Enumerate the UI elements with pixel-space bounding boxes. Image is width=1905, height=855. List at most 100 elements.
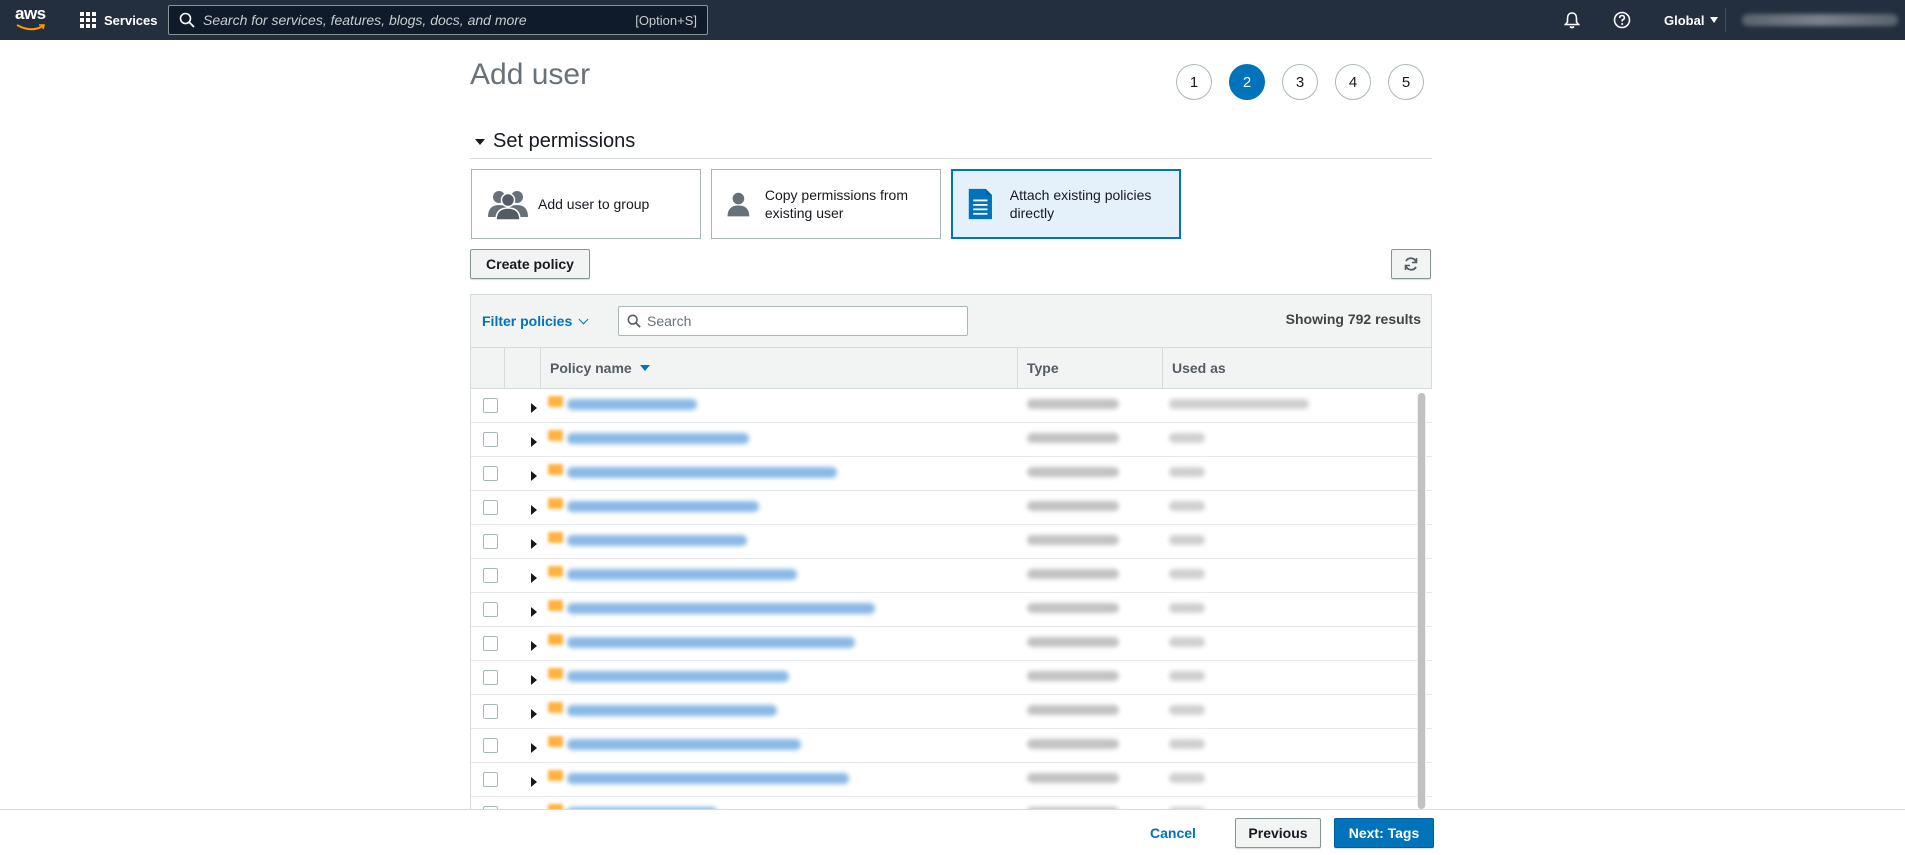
expand-row-icon[interactable] [531, 776, 537, 787]
row-checkbox[interactable] [483, 772, 498, 787]
refresh-button[interactable] [1391, 249, 1431, 279]
row-checkbox[interactable] [483, 602, 498, 617]
row-checkbox[interactable] [483, 704, 498, 719]
row-checkbox[interactable] [483, 466, 498, 481]
next-tags-button[interactable]: Next: Tags [1334, 818, 1434, 848]
policy-name-link[interactable] [567, 705, 777, 716]
expand-row-icon[interactable] [531, 708, 537, 719]
table-row[interactable] [471, 423, 1432, 457]
policy-type [1027, 569, 1119, 579]
policy-name-link[interactable] [567, 467, 837, 478]
expand-row-icon[interactable] [531, 742, 537, 753]
option-label: Copy permissions from existing user [764, 187, 908, 221]
policy-name-link[interactable] [567, 739, 801, 750]
policy-used-as [1169, 671, 1205, 681]
option-attach-policies[interactable]: Attach existing policies directly [951, 169, 1181, 239]
table-row[interactable] [471, 763, 1432, 797]
help-icon[interactable] [1612, 10, 1632, 30]
page-title: Add user [470, 58, 591, 91]
expand-row-icon[interactable] [531, 674, 537, 685]
account-menu[interactable] [1742, 14, 1898, 26]
policy-name-link[interactable] [567, 603, 875, 614]
expand-row-icon[interactable] [531, 436, 537, 447]
policy-name-link[interactable] [567, 501, 759, 512]
collapse-caret-icon[interactable] [475, 139, 485, 145]
policy-type [1027, 739, 1119, 749]
row-checkbox[interactable] [483, 398, 498, 413]
row-checkbox[interactable] [483, 636, 498, 651]
policy-name-link[interactable] [567, 637, 855, 648]
table-row[interactable] [471, 661, 1432, 695]
search-icon [627, 314, 641, 328]
cancel-button[interactable]: Cancel [1150, 825, 1196, 841]
table-row[interactable] [471, 797, 1432, 809]
option-copy-permissions[interactable]: Copy permissions from existing user [711, 169, 941, 239]
policy-name-link[interactable] [567, 535, 747, 546]
step-4[interactable]: 4 [1335, 64, 1371, 100]
option-label: Attach existing policies directly [1009, 187, 1152, 221]
table-row[interactable] [471, 729, 1432, 763]
policy-type [1027, 433, 1119, 443]
policy-search-input[interactable] [647, 313, 967, 329]
row-checkbox[interactable] [483, 500, 498, 515]
step-3[interactable]: 3 [1282, 64, 1318, 100]
previous-button[interactable]: Previous [1235, 818, 1321, 848]
policy-name-link[interactable] [567, 433, 749, 444]
policy-type [1027, 535, 1119, 545]
expand-row-icon[interactable] [531, 606, 537, 617]
notifications-bell-icon[interactable] [1562, 10, 1582, 30]
top-nav: aws Services [Option+S] Global [0, 0, 1905, 40]
policy-name-link[interactable] [567, 773, 849, 784]
row-checkbox[interactable] [483, 568, 498, 583]
scrollbar-thumb[interactable] [1418, 393, 1425, 809]
services-menu[interactable]: Services [80, 0, 158, 40]
policy-name-link[interactable] [567, 399, 697, 410]
expand-row-icon[interactable] [531, 572, 537, 583]
sort-desc-icon[interactable] [639, 365, 650, 371]
global-search[interactable]: [Option+S] [168, 5, 708, 35]
expand-row-icon[interactable] [531, 470, 537, 481]
caret-down-icon [1710, 17, 1719, 23]
region-selector[interactable]: Global [1664, 0, 1719, 40]
expand-row-icon[interactable] [531, 402, 537, 413]
expand-row-icon[interactable] [531, 640, 537, 651]
table-row[interactable] [471, 593, 1432, 627]
policy-used-as [1169, 433, 1205, 443]
step-1[interactable]: 1 [1176, 64, 1212, 100]
row-checkbox[interactable] [483, 738, 498, 753]
policy-type [1027, 705, 1119, 715]
table-row[interactable] [471, 559, 1432, 593]
policy-used-as [1169, 501, 1205, 511]
column-policy-name[interactable]: Policy name [541, 348, 1018, 388]
option-add-user-to-group[interactable]: Add user to group [471, 169, 701, 239]
aws-logo[interactable]: aws [15, 4, 49, 34]
filter-policies-dropdown[interactable]: Filter policies [482, 313, 589, 329]
table-row[interactable] [471, 525, 1432, 559]
expand-row-icon[interactable] [531, 538, 537, 549]
expand-row-icon[interactable] [531, 504, 537, 515]
row-checkbox[interactable] [483, 534, 498, 549]
option-label: Add user to group [538, 196, 650, 212]
policy-name-link[interactable] [567, 569, 797, 580]
policy-icon [548, 668, 563, 679]
table-row[interactable] [471, 695, 1432, 729]
search-shortcut: [Option+S] [635, 12, 697, 28]
policy-search[interactable] [618, 306, 968, 336]
header-expand-cell [505, 348, 541, 388]
refresh-icon [1404, 257, 1418, 271]
table-row[interactable] [471, 389, 1432, 423]
column-used-as[interactable]: Used as [1163, 348, 1431, 388]
step-2[interactable]: 2 [1229, 64, 1265, 100]
table-row[interactable] [471, 491, 1432, 525]
global-search-input[interactable] [203, 12, 636, 28]
table-row[interactable] [471, 627, 1432, 661]
step-5[interactable]: 5 [1388, 64, 1424, 100]
policy-name-link[interactable] [567, 671, 789, 682]
column-type[interactable]: Type [1018, 348, 1163, 388]
create-policy-button[interactable]: Create policy [470, 249, 590, 279]
row-checkbox[interactable] [483, 670, 498, 685]
table-row[interactable] [471, 457, 1432, 491]
section-header[interactable]: Set permissions [470, 130, 1432, 159]
row-checkbox[interactable] [483, 432, 498, 447]
results-count: Showing 792 results [1285, 311, 1421, 327]
